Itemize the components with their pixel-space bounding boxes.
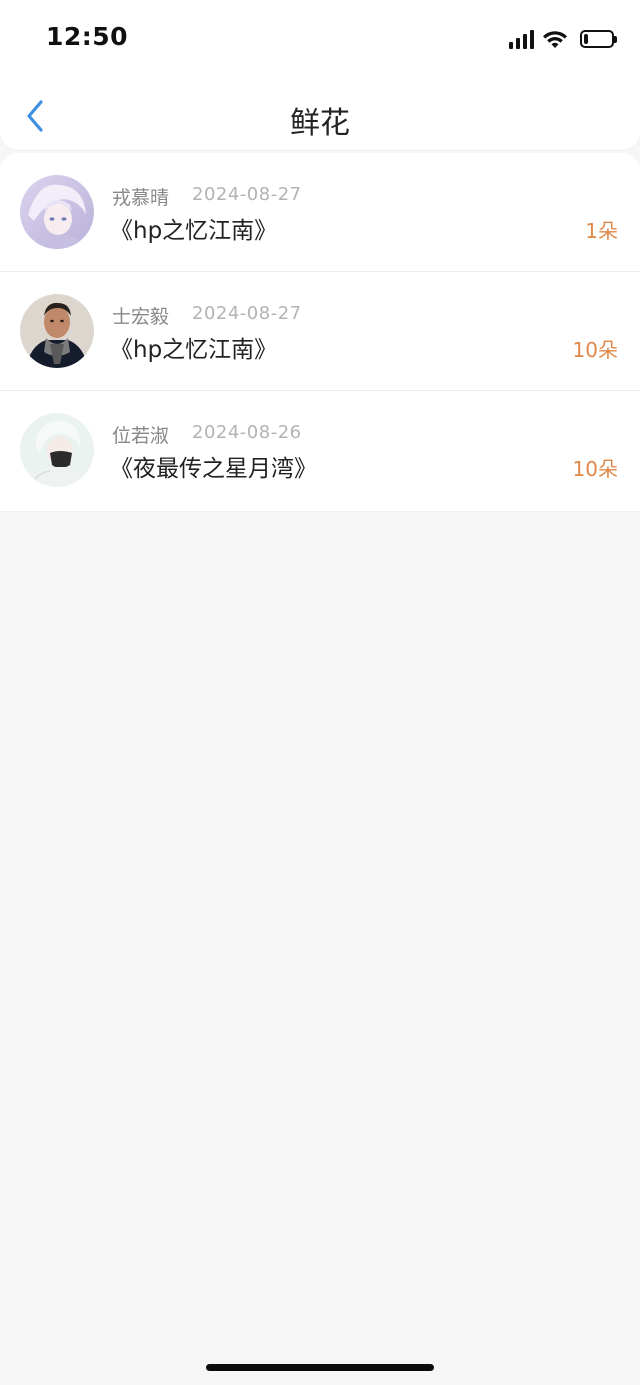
user-name: 戎慕晴 [112,187,170,209]
avatar-image [20,413,94,487]
cellular-signal-icon [509,29,534,49]
battery-icon [580,30,617,48]
list-item[interactable]: 士宏毅 2024-08-27 《hp之忆江南》 10朵 [0,272,640,391]
flower-list: 戎慕晴 2024-08-27 《hp之忆江南》 1朵 士宏毅 2024-08-2… [0,153,640,512]
book-title: 《hp之忆江南》 [110,337,278,363]
battery-level [584,34,588,44]
flower-count: 10朵 [572,338,618,362]
avatar[interactable] [20,294,94,368]
avatar[interactable] [20,175,94,249]
date: 2024-08-27 [192,303,302,324]
user-name: 士宏毅 [112,306,170,328]
avatar-image [20,175,94,249]
home-indicator[interactable] [206,1364,434,1371]
date: 2024-08-26 [192,422,302,443]
flower-count: 10朵 [572,457,618,481]
flower-count: 1朵 [585,219,618,243]
avatar-image [20,294,94,368]
page-title: 鲜花 [290,106,350,141]
status-time: 12:50 [46,22,129,51]
wifi-icon [543,31,567,48]
list-item[interactable]: 位若淑 2024-08-26 《夜最传之星月湾》 10朵 [0,391,640,512]
date: 2024-08-27 [192,184,302,205]
book-title: 《夜最传之星月湾》 [110,456,317,482]
list-item[interactable]: 戎慕晴 2024-08-27 《hp之忆江南》 1朵 [0,153,640,272]
book-title: 《hp之忆江南》 [110,218,278,244]
avatar[interactable] [20,413,94,487]
top-bar: 12:50 鲜花 [0,0,640,150]
status-icons [509,26,617,52]
user-name: 位若淑 [112,425,170,447]
